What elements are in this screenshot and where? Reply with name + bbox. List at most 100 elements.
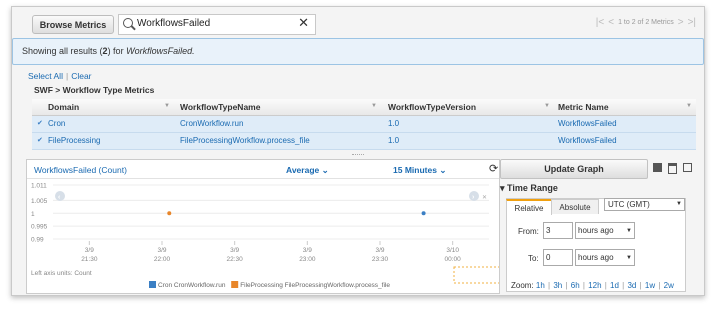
table-title-bar: SWF > Workflow Type Metrics <box>12 83 704 97</box>
first-page-icon[interactable]: |< <box>596 17 604 28</box>
timezone-select[interactable]: UTC (GMT) ▼ <box>604 198 685 211</box>
search-input[interactable]: WorkflowsFailed ✕ <box>118 14 316 35</box>
zoom-separator: | <box>565 281 568 290</box>
zoom-option-1h[interactable]: 1h <box>536 281 547 290</box>
search-icon <box>123 18 133 28</box>
to-unit-select[interactable]: hours ago ▼ <box>575 249 635 266</box>
chevron-down-icon: ⌄ <box>321 165 329 175</box>
legend-label: Cron CronWorkflow.run <box>158 282 226 289</box>
row-checkbox[interactable]: ✔ <box>37 120 44 127</box>
cell-type-name: CronWorkflow.run <box>180 119 244 128</box>
zoom-option-3h[interactable]: 3h <box>551 281 564 290</box>
y-tick-label: 0.995 <box>31 224 48 231</box>
next-page-icon[interactable]: > <box>678 17 684 28</box>
y-tick-label: 1 <box>31 211 35 218</box>
last-page-icon[interactable]: >| <box>688 17 696 28</box>
x-tick-label-time: 21:30 <box>81 256 98 263</box>
y-tick-label: 1.011 <box>31 183 47 190</box>
zoom-option-2w[interactable]: 2w <box>661 281 674 290</box>
results-info-text: Showing all results (2) for WorkflowsFai… <box>22 46 195 56</box>
results-info-bar: Showing all results (2) for WorkflowsFai… <box>12 38 704 65</box>
zoom-option-12h[interactable]: 12h <box>586 281 604 290</box>
from-unit-select[interactable]: hours ago ▼ <box>575 222 635 239</box>
layout-single-icon[interactable] <box>683 163 692 172</box>
toolbar: Browse Metrics WorkflowsFailed ✕ |< < 1 … <box>12 7 704 37</box>
cell-version: 1.0 <box>388 119 400 128</box>
zoom-separator: | <box>582 281 585 290</box>
cell-domain: Cron <box>48 119 66 128</box>
layout-vertical-icon[interactable] <box>668 163 677 174</box>
tab-absolute[interactable]: Absolute <box>551 199 599 214</box>
select-all-link[interactable]: Select All <box>28 71 63 81</box>
units-note: Left axis units: Count <box>31 270 92 277</box>
chart-header: WorkflowsFailed (Count) Average ⌄ 15 Min… <box>27 160 499 179</box>
cell-type-name: FileProcessingWorkflow.process_file <box>180 136 310 145</box>
zoom-option-6h[interactable]: 6h <box>569 281 582 290</box>
collapse-triangle-icon: ▾ <box>500 183 505 193</box>
data-point <box>421 211 426 216</box>
x-tick-label-date: 3/9 <box>230 247 239 254</box>
sort-icon[interactable]: ▼ <box>164 103 170 109</box>
statistic-dropdown[interactable]: Average ⌄ <box>286 165 329 176</box>
chart-panel: WorkflowsFailed (Count) Average ⌄ 15 Min… <box>26 159 500 294</box>
x-tick-label-date: 3/9 <box>303 247 312 254</box>
sort-icon[interactable]: ▼ <box>686 103 692 109</box>
table-row[interactable]: ✔ Cron CronWorkflow.run 1.0 WorkflowsFai… <box>32 116 696 133</box>
y-tick-label: 0.99 <box>31 237 44 244</box>
chart-title: WorkflowsFailed (Count) <box>34 165 127 175</box>
sort-icon[interactable]: ▼ <box>544 103 550 109</box>
to-value-field[interactable]: 0 <box>543 249 573 266</box>
legend-label: FileProcessing FileProcessingWorkflow.pr… <box>240 282 390 289</box>
pager: |< < 1 to 2 of 2 Metrics > >| <box>596 17 696 28</box>
header-metric-name[interactable]: Metric Name ▼ <box>558 102 692 112</box>
zoom-separator: | <box>604 281 607 290</box>
zoom-separator: | <box>622 281 625 290</box>
period-dropdown[interactable]: 15 Minutes ⌄ <box>393 165 446 176</box>
browse-metrics-button[interactable]: Browse Metrics <box>32 15 114 34</box>
header-workflow-type-name[interactable]: WorkflowTypeName ▼ <box>180 102 377 112</box>
header-domain[interactable]: Domain ▼ <box>48 102 170 112</box>
zoom-separator: | <box>548 281 551 290</box>
x-tick-label-date: 3/9 <box>157 247 166 254</box>
refresh-icon[interactable]: ⟳ <box>489 162 498 175</box>
to-label: To: <box>528 254 539 263</box>
update-graph-button[interactable]: Update Graph <box>500 159 648 179</box>
header-workflow-type-version[interactable]: WorkflowTypeVersion ▼ <box>388 102 550 112</box>
table-row[interactable]: ✔ FileProcessing FileProcessingWorkflow.… <box>32 133 696 150</box>
x-tick-label-time: 23:00 <box>299 256 316 263</box>
zoom-option-1d[interactable]: 1d <box>608 281 621 290</box>
zoom-label: Zoom: <box>511 281 534 290</box>
from-value-field[interactable]: 3 <box>543 222 573 239</box>
x-tick-label-date: 3/9 <box>375 247 384 254</box>
resize-grip[interactable] <box>352 154 364 158</box>
chevron-down-icon: ⌄ <box>439 165 447 175</box>
time-range-tabs: Relative Absolute UTC (GMT) ▼ From: 3 hou… <box>506 198 686 292</box>
clear-link[interactable]: Clear <box>71 71 91 81</box>
legend-swatch <box>231 281 239 288</box>
y-tick-label: 1.005 <box>31 198 48 205</box>
x-tick-label-time: 23:30 <box>372 256 389 263</box>
graph-controls: Update Graph ▾ Time Range Relative Absol… <box>500 159 696 292</box>
sort-icon[interactable]: ▼ <box>371 103 377 109</box>
pager-text: 1 to 2 of 2 Metrics <box>618 19 674 26</box>
table-header: Domain ▼ WorkflowTypeName ▼ WorkflowTypeVe… <box>32 99 696 116</box>
zoom-option-3d[interactable]: 3d <box>625 281 638 290</box>
layout-horizontal-icon[interactable] <box>653 163 662 172</box>
zoom-links: Zoom: 1h | 3h | 6h | 12h | 1d | 3d | 1w … <box>511 281 674 290</box>
tab-relative[interactable]: Relative <box>506 199 552 215</box>
dropdown-arrow-icon: ▼ <box>676 201 682 207</box>
chart-close-icon: ✕ <box>482 195 487 201</box>
row-checkbox[interactable]: ✔ <box>37 137 44 144</box>
cell-metric: WorkflowsFailed <box>558 119 617 128</box>
metrics-browser-window: Browse Metrics WorkflowsFailed ✕ |< < 1 … <box>11 6 705 296</box>
cell-metric: WorkflowsFailed <box>558 136 617 145</box>
legend-swatch <box>149 281 156 288</box>
time-range-heading[interactable]: ▾ Time Range <box>500 183 558 194</box>
clear-search-icon[interactable]: ✕ <box>298 15 309 31</box>
selection-links: Select All | Clear <box>28 71 92 81</box>
prev-page-icon[interactable]: < <box>608 17 614 28</box>
data-point <box>167 211 172 216</box>
zoom-separator: | <box>639 281 642 290</box>
selection-highlight <box>453 266 499 284</box>
zoom-option-1w[interactable]: 1w <box>643 281 658 290</box>
